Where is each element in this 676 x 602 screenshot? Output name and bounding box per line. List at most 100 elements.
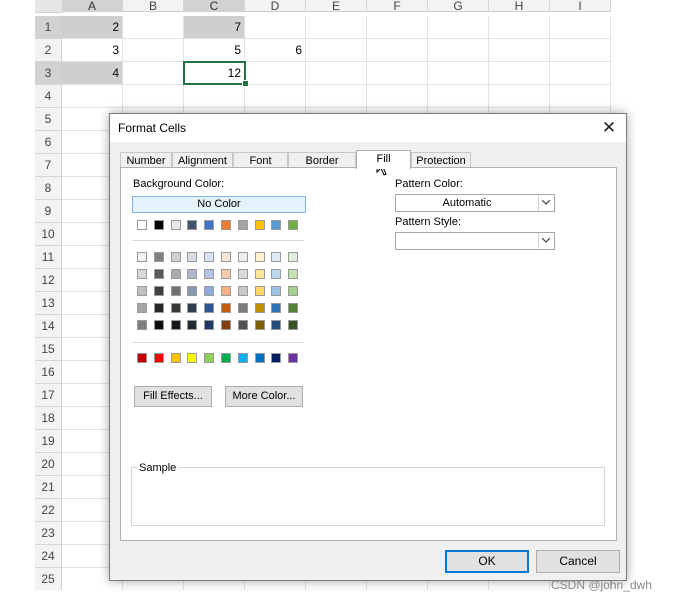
theme-shade-swatch[interactable] bbox=[187, 320, 197, 330]
tab-font[interactable]: Font bbox=[233, 152, 288, 168]
theme-shade-swatch[interactable] bbox=[154, 320, 164, 330]
theme-shade-swatch[interactable] bbox=[171, 286, 181, 296]
theme-shade-swatch[interactable] bbox=[204, 320, 214, 330]
dialog-titlebar[interactable]: Format Cells ✕ bbox=[110, 114, 626, 142]
row-header-20[interactable]: 20 bbox=[35, 453, 62, 476]
row-header-11[interactable]: 11 bbox=[35, 246, 62, 269]
theme-shade-swatch[interactable] bbox=[204, 252, 214, 262]
row-header-9[interactable]: 9 bbox=[35, 200, 62, 223]
theme-shade-swatch[interactable] bbox=[238, 303, 248, 313]
theme-shade-swatch[interactable] bbox=[271, 303, 281, 313]
close-icon[interactable]: ✕ bbox=[598, 117, 620, 139]
row-header-5[interactable]: 5 bbox=[35, 108, 62, 131]
grid-cell[interactable] bbox=[428, 16, 489, 39]
cell-c3[interactable]: 12 bbox=[183, 61, 246, 85]
theme-shade-swatch[interactable] bbox=[187, 286, 197, 296]
grid-cell[interactable] bbox=[123, 16, 184, 39]
grid-cell[interactable] bbox=[550, 39, 611, 62]
row-header-2[interactable]: 2 bbox=[35, 39, 62, 62]
row-header-4[interactable]: 4 bbox=[35, 85, 62, 108]
theme-shade-swatch[interactable] bbox=[137, 320, 147, 330]
theme-shade-swatch[interactable] bbox=[154, 286, 164, 296]
fill-effects-button[interactable]: Fill Effects... bbox=[134, 386, 212, 407]
theme-shade-swatch[interactable] bbox=[221, 303, 231, 313]
row-header-8[interactable]: 8 bbox=[35, 177, 62, 200]
standard-color-swatch[interactable] bbox=[271, 353, 281, 363]
column-header-i[interactable]: I bbox=[550, 0, 611, 12]
theme-shade-swatch[interactable] bbox=[238, 286, 248, 296]
more-colors-button[interactable]: More Color... bbox=[225, 386, 303, 407]
grid-cell[interactable] bbox=[367, 39, 428, 62]
grid-cell[interactable] bbox=[550, 85, 611, 108]
tab-fill[interactable]: Fill bbox=[356, 150, 411, 169]
theme-color-swatch[interactable] bbox=[187, 220, 197, 230]
grid-cell[interactable] bbox=[123, 39, 184, 62]
theme-color-swatch[interactable] bbox=[171, 220, 181, 230]
no-color-button[interactable]: No Color bbox=[132, 196, 306, 213]
row-header-17[interactable]: 17 bbox=[35, 384, 62, 407]
column-header-f[interactable]: F bbox=[367, 0, 428, 12]
grid-cell[interactable] bbox=[489, 16, 550, 39]
theme-shade-swatch[interactable] bbox=[255, 252, 265, 262]
grid-cell[interactable] bbox=[428, 85, 489, 108]
grid-cell[interactable] bbox=[489, 85, 550, 108]
row-header-14[interactable]: 14 bbox=[35, 315, 62, 338]
theme-color-swatch[interactable] bbox=[288, 220, 298, 230]
tab-alignment[interactable]: Alignment bbox=[172, 152, 233, 168]
theme-shade-swatch[interactable] bbox=[204, 269, 214, 279]
row-header-13[interactable]: 13 bbox=[35, 292, 62, 315]
column-header-e[interactable]: E bbox=[306, 0, 367, 12]
cell-c1[interactable]: 7 bbox=[184, 16, 245, 39]
row-header-1[interactable]: 1 bbox=[35, 16, 62, 39]
theme-shade-swatch[interactable] bbox=[171, 252, 181, 262]
grid-cell[interactable] bbox=[306, 62, 367, 85]
theme-shade-swatch[interactable] bbox=[154, 269, 164, 279]
pattern-style-dropdown[interactable] bbox=[395, 232, 555, 250]
standard-color-swatch[interactable] bbox=[204, 353, 214, 363]
theme-color-swatch[interactable] bbox=[137, 220, 147, 230]
grid-cell[interactable] bbox=[367, 16, 428, 39]
theme-shade-swatch[interactable] bbox=[271, 320, 281, 330]
theme-shade-swatch[interactable] bbox=[238, 269, 248, 279]
grid-cell[interactable] bbox=[62, 85, 123, 108]
standard-color-swatch[interactable] bbox=[255, 353, 265, 363]
standard-color-swatch[interactable] bbox=[154, 353, 164, 363]
theme-shade-swatch[interactable] bbox=[137, 303, 147, 313]
cell-a1[interactable]: 2 bbox=[62, 16, 123, 39]
theme-shade-swatch[interactable] bbox=[221, 252, 231, 262]
grid-cell[interactable] bbox=[245, 62, 306, 85]
theme-shade-swatch[interactable] bbox=[171, 303, 181, 313]
theme-shade-swatch[interactable] bbox=[255, 269, 265, 279]
grid-cell[interactable] bbox=[489, 62, 550, 85]
row-header-25[interactable]: 25 bbox=[35, 568, 62, 590]
row-header-10[interactable]: 10 bbox=[35, 223, 62, 246]
theme-shade-swatch[interactable] bbox=[221, 286, 231, 296]
fill-handle[interactable] bbox=[242, 80, 249, 87]
column-header-h[interactable]: H bbox=[489, 0, 550, 12]
tab-border[interactable]: Border bbox=[288, 152, 356, 168]
theme-shade-swatch[interactable] bbox=[154, 303, 164, 313]
theme-shade-swatch[interactable] bbox=[288, 303, 298, 313]
cell-a2[interactable]: 3 bbox=[62, 39, 123, 62]
theme-shade-swatch[interactable] bbox=[271, 286, 281, 296]
cancel-button[interactable]: Cancel bbox=[536, 550, 620, 573]
tab-number[interactable]: Number bbox=[120, 152, 172, 168]
pattern-color-dropdown[interactable]: Automatic bbox=[395, 194, 555, 212]
row-header-12[interactable]: 12 bbox=[35, 269, 62, 292]
column-header-g[interactable]: G bbox=[428, 0, 489, 12]
row-header-15[interactable]: 15 bbox=[35, 338, 62, 361]
grid-cell[interactable] bbox=[123, 62, 184, 85]
cell-a3[interactable]: 4 bbox=[62, 62, 123, 85]
grid-cell[interactable] bbox=[550, 62, 611, 85]
grid-cell[interactable] bbox=[306, 39, 367, 62]
grid-cell[interactable] bbox=[367, 62, 428, 85]
cell-c2[interactable]: 5 bbox=[184, 39, 245, 62]
theme-color-swatch[interactable] bbox=[221, 220, 231, 230]
grid-cell[interactable] bbox=[428, 39, 489, 62]
theme-shade-swatch[interactable] bbox=[204, 303, 214, 313]
theme-shade-swatch[interactable] bbox=[238, 252, 248, 262]
grid-cell[interactable] bbox=[306, 85, 367, 108]
grid-cell[interactable] bbox=[489, 39, 550, 62]
column-header-a[interactable]: A bbox=[62, 0, 123, 12]
row-header-19[interactable]: 19 bbox=[35, 430, 62, 453]
